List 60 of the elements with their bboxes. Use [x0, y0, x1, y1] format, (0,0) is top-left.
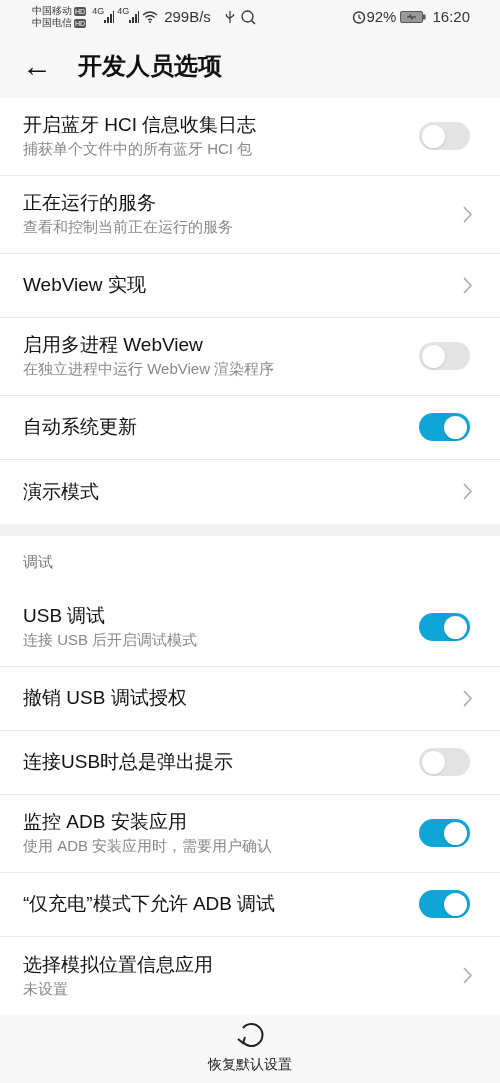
network-type: 4G [92, 6, 105, 16]
battery-icon [400, 11, 427, 24]
settings-row[interactable]: 监控 ADB 安装应用 使用 ADB 安装应用时，需要用户确认 [0, 794, 500, 873]
magnifier-icon [240, 9, 256, 25]
toggle-switch[interactable] [419, 890, 470, 919]
setting-description: 查看和控制当前正在运行的服务 [23, 217, 234, 238]
toggle-switch[interactable] [419, 819, 470, 848]
section-heading: 调试 [22, 551, 54, 572]
toggle-switch[interactable] [419, 122, 470, 151]
battery-percent: 92% [366, 6, 397, 27]
network-speed: 299B/s [164, 6, 211, 27]
restore-defaults-button[interactable]: 恢复默认设置 [208, 1022, 292, 1076]
page-title: 开发人员选项 [78, 50, 222, 81]
setting-title: “仅充电”模式下允许 ADB 调试 [23, 892, 277, 917]
chevron-right-icon [463, 689, 472, 707]
setting-title: 启用多进程 WebView [23, 333, 204, 358]
setting-title: 自动系统更新 [23, 415, 138, 440]
network-type: 4G [117, 6, 130, 16]
toggle-switch[interactable] [419, 413, 470, 442]
setting-description: 在独立进程中运行 WebView 渲染程序 [23, 359, 276, 380]
carrier-label: 中国移动 [32, 5, 72, 17]
carrier-label: 中国电信 [32, 17, 72, 30]
settings-row[interactable]: 撤销 USB 调试授权 [0, 666, 500, 731]
setting-title: USB 调试 [23, 604, 107, 629]
toggle-switch[interactable] [419, 748, 470, 777]
setting-title: 撤销 USB 调试授权 [23, 686, 188, 711]
setting-title: 连接USB时总是弹出提示 [23, 750, 235, 775]
toggle-switch[interactable] [419, 342, 470, 371]
back-button[interactable]: ← [22, 50, 52, 81]
chevron-right-icon [463, 276, 472, 294]
setting-description: 使用 ADB 安装应用时，需要用户确认 [23, 836, 274, 857]
alarm-icon [352, 10, 367, 25]
chevron-right-icon [463, 205, 472, 223]
setting-title: 开启蓝牙 HCI 信息收集日志 [23, 113, 258, 138]
chevron-right-icon [463, 483, 472, 501]
setting-description: 连接 USB 后开启调试模式 [23, 630, 199, 651]
settings-row[interactable]: 自动系统更新 [0, 395, 500, 460]
toggle-switch[interactable] [419, 613, 470, 642]
settings-row[interactable]: WebView 实现 [0, 253, 500, 318]
chevron-right-icon [463, 967, 472, 985]
signal-icon [104, 11, 115, 24]
signal-icon [129, 11, 140, 24]
setting-description: 捕获单个文件中的所有蓝牙 HCI 包 [23, 139, 254, 160]
settings-row[interactable]: 演示模式 [0, 459, 500, 524]
usb-icon [224, 10, 235, 25]
settings-row[interactable]: 开启蓝牙 HCI 信息收集日志 捕获单个文件中的所有蓝牙 HCI 包 [0, 97, 500, 176]
clock: 16:20 [432, 6, 470, 27]
setting-title: 监控 ADB 安装应用 [23, 810, 188, 835]
settings-row[interactable]: 启用多进程 WebView 在独立进程中运行 WebView 渲染程序 [0, 317, 500, 396]
settings-row[interactable]: “仅充电”模式下允许 ADB 调试 [0, 872, 500, 937]
settings-row[interactable]: 正在运行的服务 查看和控制当前正在运行的服务 [0, 175, 500, 254]
setting-description: 未设置 [23, 978, 69, 999]
setting-title: 演示模式 [23, 479, 100, 504]
settings-row[interactable]: 选择模拟位置信息应用 未设置 [0, 936, 500, 1015]
setting-title: 正在运行的服务 [23, 191, 157, 216]
settings-row[interactable]: USB 调试 连接 USB 后开启调试模式 [0, 588, 500, 667]
settings-row[interactable]: 连接USB时总是弹出提示 [0, 730, 500, 795]
wifi-icon [142, 11, 159, 24]
setting-title: WebView 实现 [23, 273, 147, 298]
setting-title: 选择模拟位置信息应用 [23, 952, 214, 977]
